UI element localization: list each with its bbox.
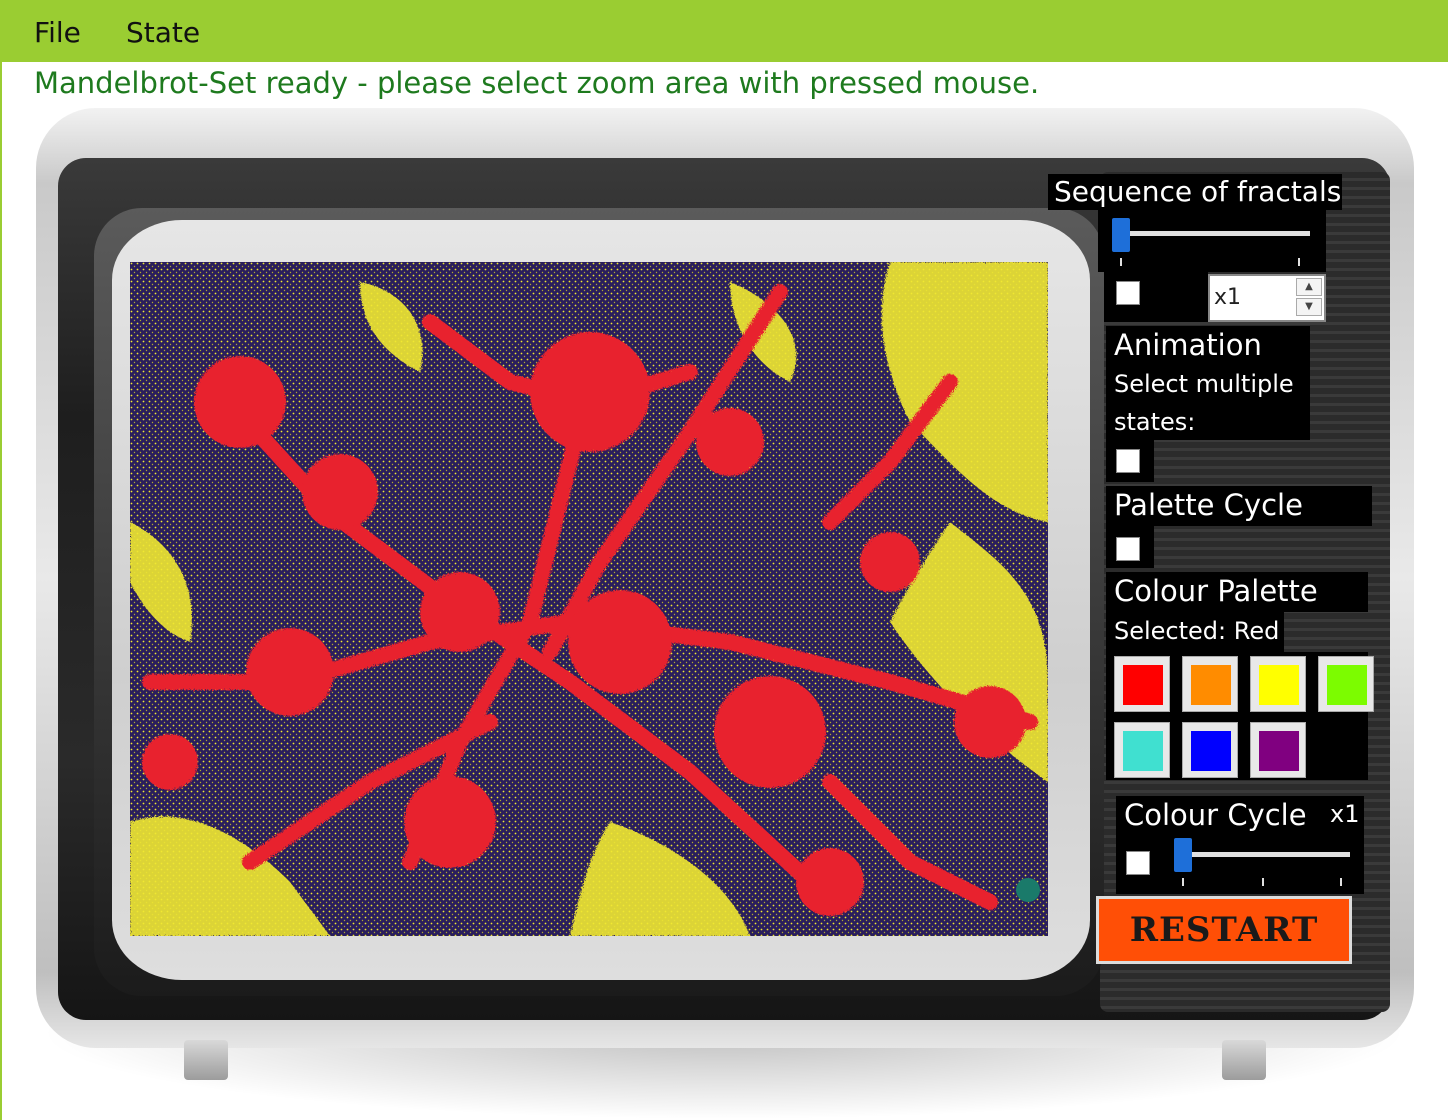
menu-file[interactable]: File [34,16,81,49]
sequence-slider-bg [1098,210,1326,272]
animation-checkbox[interactable] [1116,449,1140,473]
tv-left-foot [184,1040,228,1080]
swatch-color [1191,665,1231,705]
animation-line2: states: [1114,408,1196,436]
palette-cycle-checkbox[interactable] [1116,537,1140,561]
swatch-blue[interactable] [1182,722,1238,778]
restart-button[interactable]: RESTART [1096,896,1352,964]
colour-palette-title: Colour Palette [1114,574,1318,608]
colour-cycle-slider-tick [1262,878,1264,886]
up-arrow-icon[interactable]: ▲ [1296,278,1322,296]
swatch-orange[interactable] [1182,656,1238,712]
palette-cycle-title: Palette Cycle [1114,488,1303,522]
colour-cycle-multiplier: x1 [1330,800,1360,828]
colour-cycle-checkbox[interactable] [1126,851,1150,875]
sequence-checkbox[interactable] [1116,281,1140,305]
swatch-color [1123,731,1163,771]
colour-cycle-slider-thumb[interactable] [1174,838,1192,872]
colour-cycle-title: Colour Cycle [1124,798,1307,832]
swatch-color [1259,665,1299,705]
swatch-purple[interactable] [1250,722,1306,778]
sequence-slider-thumb[interactable] [1112,218,1130,252]
swatch-turquoise[interactable] [1114,722,1170,778]
colour-cycle-slider-bg [1116,836,1364,894]
animation-title: Animation [1114,328,1262,362]
swatch-color [1123,665,1163,705]
colour-palette-selected: Selected: Red [1114,617,1280,645]
swatch-color [1191,731,1231,771]
swatch-yellow[interactable] [1250,656,1306,712]
sequence-multiplier-spinner[interactable]: x1 ▲ ▼ [1208,274,1326,322]
sequence-slider-tick [1298,258,1300,266]
colour-cycle-bg: Colour Cycle x1 [1116,796,1364,836]
sequence-slider-tick [1120,258,1122,266]
animation-line1: Select multiple [1114,370,1294,398]
fractal-canvas[interactable] [130,262,1048,936]
swatch-color [1259,731,1299,771]
colour-palette-bg: Colour Palette [1106,572,1368,612]
sequence-multiplier-value: x1 [1214,285,1242,310]
colour-cycle-slider-tick [1340,878,1342,886]
down-arrow-icon[interactable]: ▼ [1296,298,1322,316]
swatch-red[interactable] [1114,656,1170,712]
swatch-lime[interactable] [1318,656,1374,712]
status-message: Mandelbrot-Set ready - please select zoo… [34,66,1040,100]
animation-bg: Animation Select multiple states: [1106,326,1310,440]
palette-cycle-bg: Palette Cycle [1106,486,1372,526]
colour-cycle-slider-tick [1182,878,1184,886]
swatch-color [1327,665,1367,705]
window-left-border [0,0,2,1120]
menu-state[interactable]: State [126,16,200,49]
sequence-title: Sequence of fractals [1054,175,1342,208]
colour-palette-selected-bg: Selected: Red [1106,612,1284,652]
fractal-image [130,262,1048,936]
tv-right-foot [1222,1040,1266,1080]
colour-cycle-slider-track[interactable] [1174,852,1350,857]
sequence-title-bg: Sequence of fractals [1048,174,1342,210]
sequence-slider-track[interactable] [1112,231,1310,236]
fractal-green-spot [1016,878,1040,902]
menu-bar: File State [0,0,1448,62]
